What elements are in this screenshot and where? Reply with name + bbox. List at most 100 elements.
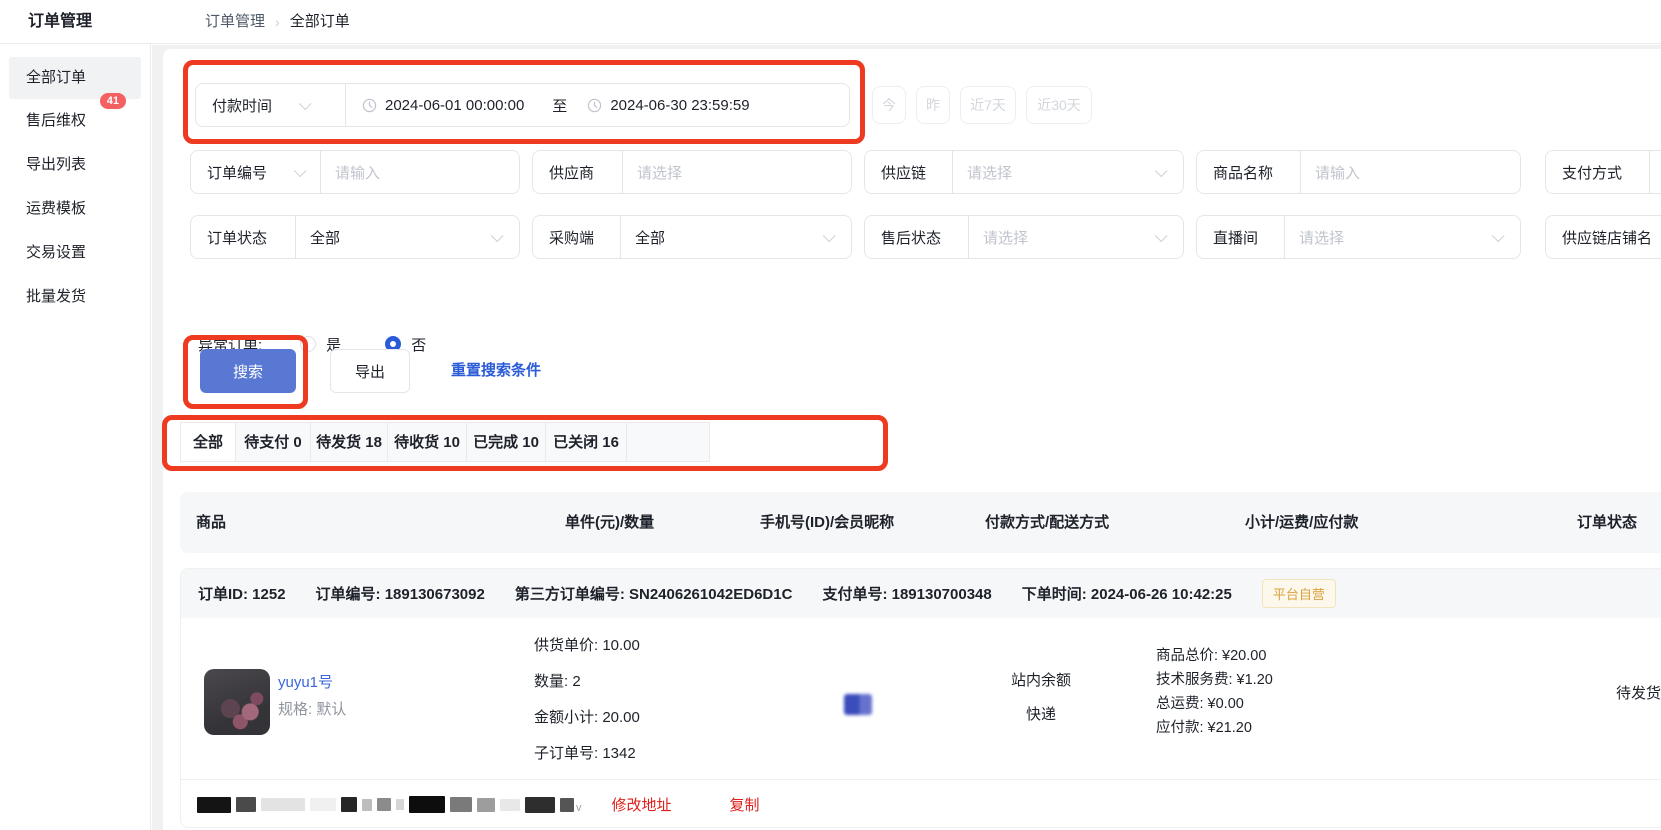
edit-address-link[interactable]: 修改地址 bbox=[612, 794, 672, 815]
col-subtotal: 小计/运费/应付款 bbox=[1245, 492, 1358, 553]
quick-range-yesterday-button[interactable]: 昨 bbox=[916, 86, 950, 124]
sidebar-item-freight-template[interactable]: 运费模板 bbox=[0, 187, 150, 231]
chevron-down-icon bbox=[491, 229, 504, 242]
search-button[interactable]: 搜索 bbox=[200, 349, 296, 393]
purchase-side-label: 采购端 bbox=[533, 216, 621, 258]
order-number-type-select[interactable]: 订单编号 bbox=[191, 151, 321, 193]
sub-order-number: 子订单号: 1342 bbox=[534, 736, 640, 772]
third-party-order-number: 第三方订单编号: SN2406261042ED6D1C bbox=[515, 583, 793, 604]
tab-pending-shipment[interactable]: 待发货 18 bbox=[310, 422, 388, 462]
service-fee: 技术服务费: ¥1.20 bbox=[1156, 668, 1273, 692]
quick-range-buttons: 今 昨 近7天 近30天 bbox=[872, 86, 1092, 124]
product-name-filter: 商品名称 请输入 bbox=[1196, 150, 1521, 194]
amount-payable: 应付款: ¥21.20 bbox=[1156, 716, 1273, 740]
after-sales-status-label: 售后状态 bbox=[865, 216, 969, 258]
after-sales-status-select[interactable]: 请选择 bbox=[969, 227, 1028, 248]
quick-range-7days-button[interactable]: 近7天 bbox=[960, 86, 1016, 124]
amount-subtotal: 金额小计: 20.00 bbox=[534, 700, 640, 736]
product-name-link[interactable]: yuyu1号 bbox=[278, 671, 333, 692]
live-room-label: 直播间 bbox=[1197, 216, 1285, 258]
supplier-select[interactable]: 请选择 bbox=[623, 162, 682, 183]
chevron-down-icon bbox=[1155, 164, 1168, 177]
sidebar-item-batch-shipping[interactable]: 批量发货 bbox=[0, 275, 150, 319]
live-room-filter: 直播间 请选择 bbox=[1196, 215, 1521, 259]
product-thumbnail[interactable] bbox=[204, 669, 270, 735]
unit-price-column: 供货单价: 10.00 数量: 2 金额小计: 20.00 子订单号: 1342 bbox=[534, 628, 640, 772]
breadcrumb: 订单管理 › 全部订单 bbox=[205, 0, 350, 44]
breadcrumb-current: 全部订单 bbox=[290, 0, 350, 44]
col-payment-delivery: 付款方式/配送方式 bbox=[985, 492, 1109, 553]
abnormal-no-label[interactable]: 否 bbox=[411, 334, 426, 355]
time-type-select[interactable]: 付款时间 bbox=[196, 84, 346, 126]
supply-chain-shop-label: 供应链店铺名 bbox=[1546, 216, 1661, 258]
totals-column: 商品总价: ¥20.00 技术服务费: ¥1.20 总运费: ¥0.00 应付款… bbox=[1156, 644, 1273, 740]
tab-pending-payment[interactable]: 待支付 0 bbox=[235, 422, 311, 462]
order-status-value: 待发货 bbox=[1521, 682, 1661, 703]
order-status-select[interactable]: 全部 bbox=[296, 227, 340, 248]
sidebar-menu: 全部订单 售后维权 41 导出列表 运费模板 交易设置 批量发货 bbox=[0, 44, 150, 319]
chevron-down-icon bbox=[1155, 229, 1168, 242]
date-range-separator: 至 bbox=[552, 95, 567, 116]
col-unit-price-qty: 单件(元)/数量 bbox=[565, 492, 654, 553]
address-expand-caret[interactable]: v bbox=[576, 802, 582, 814]
live-room-select[interactable]: 请选择 bbox=[1285, 227, 1344, 248]
supply-unit-price: 供货单价: 10.00 bbox=[534, 628, 640, 664]
sidebar-item-export-list[interactable]: 导出列表 bbox=[0, 143, 150, 187]
tab-all[interactable]: 全部 bbox=[180, 422, 236, 462]
goods-total: 商品总价: ¥20.00 bbox=[1156, 644, 1273, 668]
app-title: 订单管理 bbox=[28, 0, 92, 44]
abnormal-yes-radio[interactable] bbox=[300, 336, 316, 352]
sidebar-item-label: 售后维权 bbox=[26, 112, 86, 129]
top-bar: 订单管理 订单管理 › 全部订单 bbox=[0, 0, 1661, 44]
sidebar: 全部订单 售后维权 41 导出列表 运费模板 交易设置 批量发货 bbox=[0, 44, 151, 830]
clock-icon bbox=[587, 98, 602, 113]
order-number-input[interactable]: 请输入 bbox=[321, 162, 380, 183]
date-end-input[interactable]: 2024-06-30 23:59:59 bbox=[610, 97, 749, 114]
order-status-filter: 订单状态 全部 bbox=[190, 215, 520, 259]
product-spec: 规格: 默认 bbox=[278, 698, 346, 719]
time-filter-group: 付款时间 2024-06-01 00:00:00 至 2024-06-30 23… bbox=[195, 83, 850, 127]
date-start-input[interactable]: 2024-06-01 00:00:00 bbox=[385, 97, 524, 114]
order-status-tabs: 全部 待支付 0 待发货 18 待收货 10 已完成 10 已关闭 16 bbox=[180, 422, 710, 462]
shipping-total: 总运费: ¥0.00 bbox=[1156, 692, 1273, 716]
table-header: 商品 单件(元)/数量 手机号(ID)/会员昵称 付款方式/配送方式 小计/运费… bbox=[180, 492, 1661, 553]
col-member: 手机号(ID)/会员昵称 bbox=[760, 492, 894, 553]
order-time: 下单时间: 2024-06-26 10:42:25 bbox=[1022, 583, 1232, 604]
quick-range-30days-button[interactable]: 近30天 bbox=[1026, 86, 1092, 124]
purchase-side-select[interactable]: 全部 bbox=[621, 227, 665, 248]
reset-filters-link[interactable]: 重置搜索条件 bbox=[451, 349, 541, 393]
supply-chain-select[interactable]: 请选择 bbox=[953, 162, 1012, 183]
clock-icon bbox=[362, 98, 377, 113]
chevron-down-icon bbox=[299, 97, 312, 110]
product-name-label: 商品名称 bbox=[1197, 151, 1301, 193]
member-avatar-redacted bbox=[844, 694, 872, 715]
order-number: 订单编号: 189130673092 bbox=[316, 583, 485, 604]
delivery-method-value: 快递 bbox=[981, 703, 1101, 724]
tab-filler bbox=[626, 422, 710, 462]
content-card: 付款时间 2024-06-01 00:00:00 至 2024-06-30 23… bbox=[163, 49, 1661, 830]
payment-method-label: 支付方式 bbox=[1546, 151, 1650, 193]
product-name-input[interactable]: 请输入 bbox=[1301, 162, 1360, 183]
after-sales-count-badge: 41 bbox=[100, 93, 126, 109]
tab-closed[interactable]: 已关闭 16 bbox=[545, 422, 627, 462]
export-button[interactable]: 导出 bbox=[330, 349, 410, 393]
copy-address-link[interactable]: 复制 bbox=[730, 794, 760, 815]
quantity: 数量: 2 bbox=[534, 664, 640, 700]
after-sales-status-filter: 售后状态 请选择 bbox=[864, 215, 1184, 259]
tab-completed[interactable]: 已完成 10 bbox=[466, 422, 546, 462]
supply-chain-shop-filter: 供应链店铺名 bbox=[1545, 215, 1661, 259]
breadcrumb-root[interactable]: 订单管理 bbox=[205, 0, 265, 44]
quick-range-today-button[interactable]: 今 bbox=[872, 86, 906, 124]
sidebar-item-after-sales[interactable]: 售后维权 41 bbox=[0, 99, 150, 143]
redacted-address bbox=[197, 796, 574, 813]
platform-self-operated-badge: 平台自营 bbox=[1262, 579, 1336, 608]
supply-chain-filter: 供应链 请选择 bbox=[864, 150, 1184, 194]
tab-pending-receipt[interactable]: 待收货 10 bbox=[387, 422, 467, 462]
order-address-row: v 修改地址 复制 bbox=[181, 779, 1661, 828]
order-number-filter: 订单编号 请输入 bbox=[190, 150, 520, 194]
order-status-label: 订单状态 bbox=[191, 216, 296, 258]
purchase-side-filter: 采购端 全部 bbox=[532, 215, 852, 259]
payment-method-value: 站内余额 bbox=[981, 669, 1101, 690]
sidebar-item-trade-settings[interactable]: 交易设置 bbox=[0, 231, 150, 275]
payment-number: 支付单号: 189130700348 bbox=[822, 583, 991, 604]
